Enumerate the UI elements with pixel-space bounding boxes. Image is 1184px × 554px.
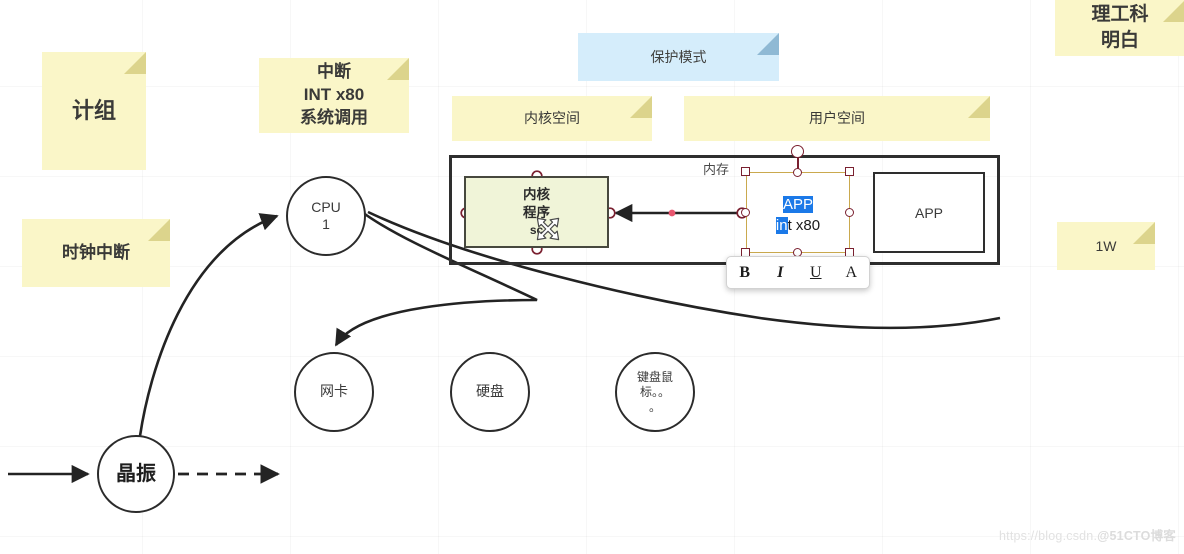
whiteboard-canvas[interactable]: 计组 时钟中断 中断 INT x80 系统调用 保护模式 内核空间 用户空间 理… xyxy=(0,0,1184,554)
watermark-left-text: https://blog.csdn. xyxy=(999,529,1098,543)
app-right-box[interactable]: APP xyxy=(873,172,985,253)
sticky-note-text: 时钟中断 xyxy=(62,242,130,262)
note-fold-corner xyxy=(124,52,146,74)
note-fold-corner xyxy=(757,33,779,55)
circle-keyboard-mouse[interactable]: 键盘鼠 标。。 。 xyxy=(615,352,695,432)
sticky-note-text: 理工科 明白 xyxy=(1091,4,1149,51)
sticky-note-text: 保护模式 xyxy=(650,48,707,65)
note-fold-corner xyxy=(1163,0,1184,22)
sticky-note-kernel-space[interactable]: 内核空间 xyxy=(452,96,652,141)
sticky-note-protected-mode[interactable]: 保护模式 xyxy=(578,33,779,81)
note-fold-corner xyxy=(387,58,409,80)
sticky-note-jizu[interactable]: 计组 xyxy=(42,52,146,170)
selected-text-line2-plain: t x80 xyxy=(787,216,821,234)
resize-handle-top-left[interactable] xyxy=(741,167,750,176)
selected-app-shape[interactable]: APP int x80 xyxy=(746,172,850,253)
font-color-button[interactable]: A xyxy=(838,264,864,282)
sticky-note-text: 用户空间 xyxy=(809,110,865,127)
sticky-note-text: 内核空间 xyxy=(524,110,580,127)
canvas-grid xyxy=(0,0,1184,554)
sticky-note-clock-interrupt[interactable]: 时钟中断 xyxy=(22,219,170,287)
circle-hard-disk[interactable]: 硬盘 xyxy=(450,352,530,432)
move-cursor-icon xyxy=(536,217,560,241)
memory-label: 内存 xyxy=(703,162,730,177)
watermark: https://blog.csdn.@51CTO博客 xyxy=(999,525,1176,544)
sticky-note-interrupt-int80[interactable]: 中断 INT x80 系统调用 xyxy=(259,58,409,133)
circle-label: 晶振 xyxy=(116,462,156,485)
app-right-label: APP xyxy=(914,204,943,221)
italic-button[interactable]: I xyxy=(767,264,793,282)
anchor-handle-left[interactable] xyxy=(741,208,750,217)
sticky-note-text: 中断 INT x80 系统调用 xyxy=(300,62,368,127)
resize-handle-top-right[interactable] xyxy=(845,167,854,176)
circle-cpu[interactable]: CPU 1 xyxy=(286,176,366,256)
sticky-note-ligongke[interactable]: 理工科 明白 xyxy=(1055,0,1184,56)
selected-text-line1: APP xyxy=(782,196,813,213)
bold-button[interactable]: B xyxy=(732,264,758,282)
circle-label: 键盘鼠 标。。 。 xyxy=(636,369,673,414)
circle-label: 硬盘 xyxy=(476,383,504,400)
rotate-handle-knob[interactable] xyxy=(791,145,804,158)
selected-text-line2-highlight: in xyxy=(775,216,788,234)
circle-network-card[interactable]: 网卡 xyxy=(294,352,374,432)
note-fold-corner xyxy=(1133,222,1155,244)
note-fold-corner xyxy=(968,96,990,118)
underline-button[interactable]: U xyxy=(803,264,829,282)
connector-layer xyxy=(8,170,1001,484)
circle-oscillator[interactable]: 晶振 xyxy=(97,435,175,513)
sticky-note-text: 计组 xyxy=(71,98,116,124)
anchor-handle-right[interactable] xyxy=(845,208,854,217)
sticky-note-1w[interactable]: 1W xyxy=(1057,222,1155,270)
sticky-note-text: 1W xyxy=(1095,237,1117,254)
kernel-box-line1: 内核 xyxy=(523,186,550,202)
text-format-toolbar[interactable]: B I U A xyxy=(726,256,870,289)
sticky-note-user-space[interactable]: 用户空间 xyxy=(684,96,990,141)
circle-label: 网卡 xyxy=(320,383,348,400)
circle-label: CPU 1 xyxy=(311,198,341,233)
watermark-right-text: @51CTO博客 xyxy=(1097,529,1176,543)
selected-shape-text: APP int x80 xyxy=(747,195,849,235)
note-fold-corner xyxy=(630,96,652,118)
note-fold-corner xyxy=(148,219,170,241)
anchor-handle-top[interactable] xyxy=(793,168,802,177)
